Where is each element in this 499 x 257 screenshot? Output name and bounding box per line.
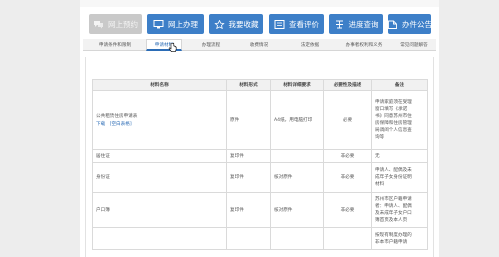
necessity: 非必要 bbox=[323, 192, 372, 228]
view-review-button[interactable]: 查看评价 bbox=[269, 14, 324, 34]
material-name bbox=[92, 227, 227, 250]
tab-faq[interactable]: 常见问题解答 bbox=[392, 39, 436, 51]
material-form bbox=[226, 227, 271, 250]
tab-legal-basis[interactable]: 法定依据 bbox=[286, 39, 334, 51]
necessity bbox=[323, 227, 372, 250]
note-line: 按现有制度办理的 bbox=[375, 232, 412, 238]
note-line: 窗口填写《承诺 bbox=[375, 107, 408, 112]
note-cell: 申请家庭须在受理 窗口填写《承诺 书》同意苏州市住 房保障和住房管理 局调阅个人… bbox=[371, 90, 428, 150]
material-name: 公共租赁住房申请表 bbox=[96, 113, 138, 119]
necessity: 非必要 bbox=[323, 162, 372, 193]
online-appointment-label: 网上预约 bbox=[108, 19, 138, 29]
note-cell: 苏州市区户籍申请 者：申请人、配偶 及未成年子女户口 簿首页及本人页 bbox=[371, 192, 428, 228]
header-material-name: 材料名称 bbox=[92, 79, 227, 91]
view-review-label: 查看评价 bbox=[289, 19, 319, 29]
note-line: 询等 bbox=[375, 135, 385, 140]
progress-icon bbox=[334, 20, 345, 29]
note-line: 及未成年子女户口 bbox=[375, 211, 412, 216]
material-name: 户口簿 bbox=[92, 192, 227, 228]
detail-tab-bar: 申请条件和限制 申请材料 办理流程 收费情况 法定依据 办事者权利和义务 常见问… bbox=[83, 39, 436, 51]
blank-form-link[interactable]: [空白表格] bbox=[110, 122, 132, 127]
online-handle-button[interactable]: 网上办理 bbox=[147, 14, 204, 34]
note-line: 书》同意苏州市住 bbox=[375, 114, 412, 119]
rating-icon bbox=[274, 19, 285, 29]
note-line: 非本市户籍申请 bbox=[375, 239, 408, 245]
necessity: 非必要 bbox=[323, 149, 372, 163]
note-line: 局调阅个人信息查 bbox=[375, 128, 412, 133]
material-name: 身份证 bbox=[92, 162, 227, 193]
header-necessity: 必要性及描述 bbox=[323, 79, 372, 91]
chat-icon bbox=[93, 20, 104, 29]
tab-conditions[interactable]: 申请条件和限制 bbox=[85, 39, 145, 51]
table-row: 按现有制度办理的 非本市户籍申请 bbox=[92, 227, 428, 250]
note-line: 材料 bbox=[375, 182, 385, 187]
materials-panel: 材料名称 材料形式 材料详细要求 必要性及描述 备注 公共租赁住房申请表 下载 … bbox=[85, 57, 434, 257]
tab-rights-obligations[interactable]: 办事者权利和义务 bbox=[335, 39, 393, 51]
material-name: 居住证 bbox=[92, 149, 227, 163]
material-detail: A4纸，用电脑打印 bbox=[270, 90, 324, 150]
note-line: 苏州市区户籍申请 bbox=[375, 197, 412, 202]
header-material-detail: 材料详细要求 bbox=[270, 79, 324, 91]
page-content: 网上预约 网上办理 我要收藏 查看评价 进度查询 办件公告 申请条件和限制 申请… bbox=[80, 0, 439, 257]
online-appointment-button[interactable]: 网上预约 bbox=[89, 14, 142, 34]
note-line: 无 bbox=[375, 153, 380, 159]
material-detail bbox=[270, 149, 324, 163]
tab-process[interactable]: 办理流程 bbox=[187, 39, 235, 51]
star-icon bbox=[213, 19, 225, 29]
note-line: 申请人、配偶及未 bbox=[375, 168, 412, 173]
note-line: 者：申请人、配偶 bbox=[375, 204, 412, 209]
materials-table: 材料名称 材料形式 材料详细要求 必要性及描述 备注 公共租赁住房申请表 下载 … bbox=[92, 79, 428, 250]
note-cell: 无 bbox=[371, 149, 428, 163]
progress-query-button[interactable]: 进度查询 bbox=[329, 14, 383, 34]
table-header-row: 材料名称 材料形式 材料详细要求 必要性及描述 备注 bbox=[92, 79, 428, 91]
material-form: 原件 bbox=[226, 90, 271, 150]
monitor-icon bbox=[153, 19, 164, 29]
top-strip bbox=[80, 0, 439, 7]
download-link[interactable]: 下载 bbox=[96, 122, 105, 127]
notice-button[interactable]: 办件公告 bbox=[387, 14, 432, 34]
material-detail bbox=[270, 227, 324, 250]
note-line: 成年子女身份证明 bbox=[375, 175, 412, 180]
progress-query-label: 进度查询 bbox=[348, 19, 379, 29]
note-line: 申请家庭须在受理 bbox=[375, 100, 412, 105]
pointer-cursor-icon bbox=[168, 42, 177, 53]
note-line: 簿首页及本人页 bbox=[375, 218, 408, 223]
favorite-button[interactable]: 我要收藏 bbox=[209, 14, 263, 34]
favorite-label: 我要收藏 bbox=[228, 19, 259, 29]
table-row: 居住证 复印件 非必要 无 bbox=[92, 149, 428, 163]
service-toolbar: 网上预约 网上办理 我要收藏 查看评价 进度查询 办件公告 bbox=[89, 14, 432, 34]
notice-label: 办件公告 bbox=[402, 19, 432, 29]
header-note: 备注 bbox=[371, 79, 428, 91]
note-cell: 按现有制度办理的 非本市户籍申请 bbox=[371, 227, 428, 250]
notice-icon bbox=[387, 20, 398, 29]
table-row: 户口簿 复印件 核对原件 非必要 苏州市区户籍申请 者：申请人、配偶 及未成年子… bbox=[92, 192, 428, 228]
download-links: 下载 [空白表格] bbox=[96, 121, 223, 128]
material-form: 复印件 bbox=[226, 192, 271, 228]
table-row: 身份证 复印件 核对原件 非必要 申请人、配偶及未 成年子女身份证明 材料 bbox=[92, 162, 428, 193]
table-row: 公共租赁住房申请表 下载 [空白表格] 原件 A4纸，用电脑打印 必要 申请家庭… bbox=[92, 90, 428, 150]
material-detail: 核对原件 bbox=[270, 192, 324, 228]
material-detail: 核对原件 bbox=[270, 162, 324, 193]
note-line: 房保障和住房管理 bbox=[375, 121, 412, 126]
material-form: 复印件 bbox=[226, 162, 271, 193]
note-cell: 申请人、配偶及未 成年子女身份证明 材料 bbox=[371, 162, 428, 193]
header-material-form: 材料形式 bbox=[226, 79, 271, 91]
tab-fees[interactable]: 收费情况 bbox=[235, 39, 283, 51]
online-handle-label: 网上办理 bbox=[168, 19, 198, 29]
material-name-cell: 公共租赁住房申请表 下载 [空白表格] bbox=[92, 90, 227, 150]
material-form: 复印件 bbox=[226, 149, 271, 163]
necessity: 必要 bbox=[323, 90, 372, 150]
